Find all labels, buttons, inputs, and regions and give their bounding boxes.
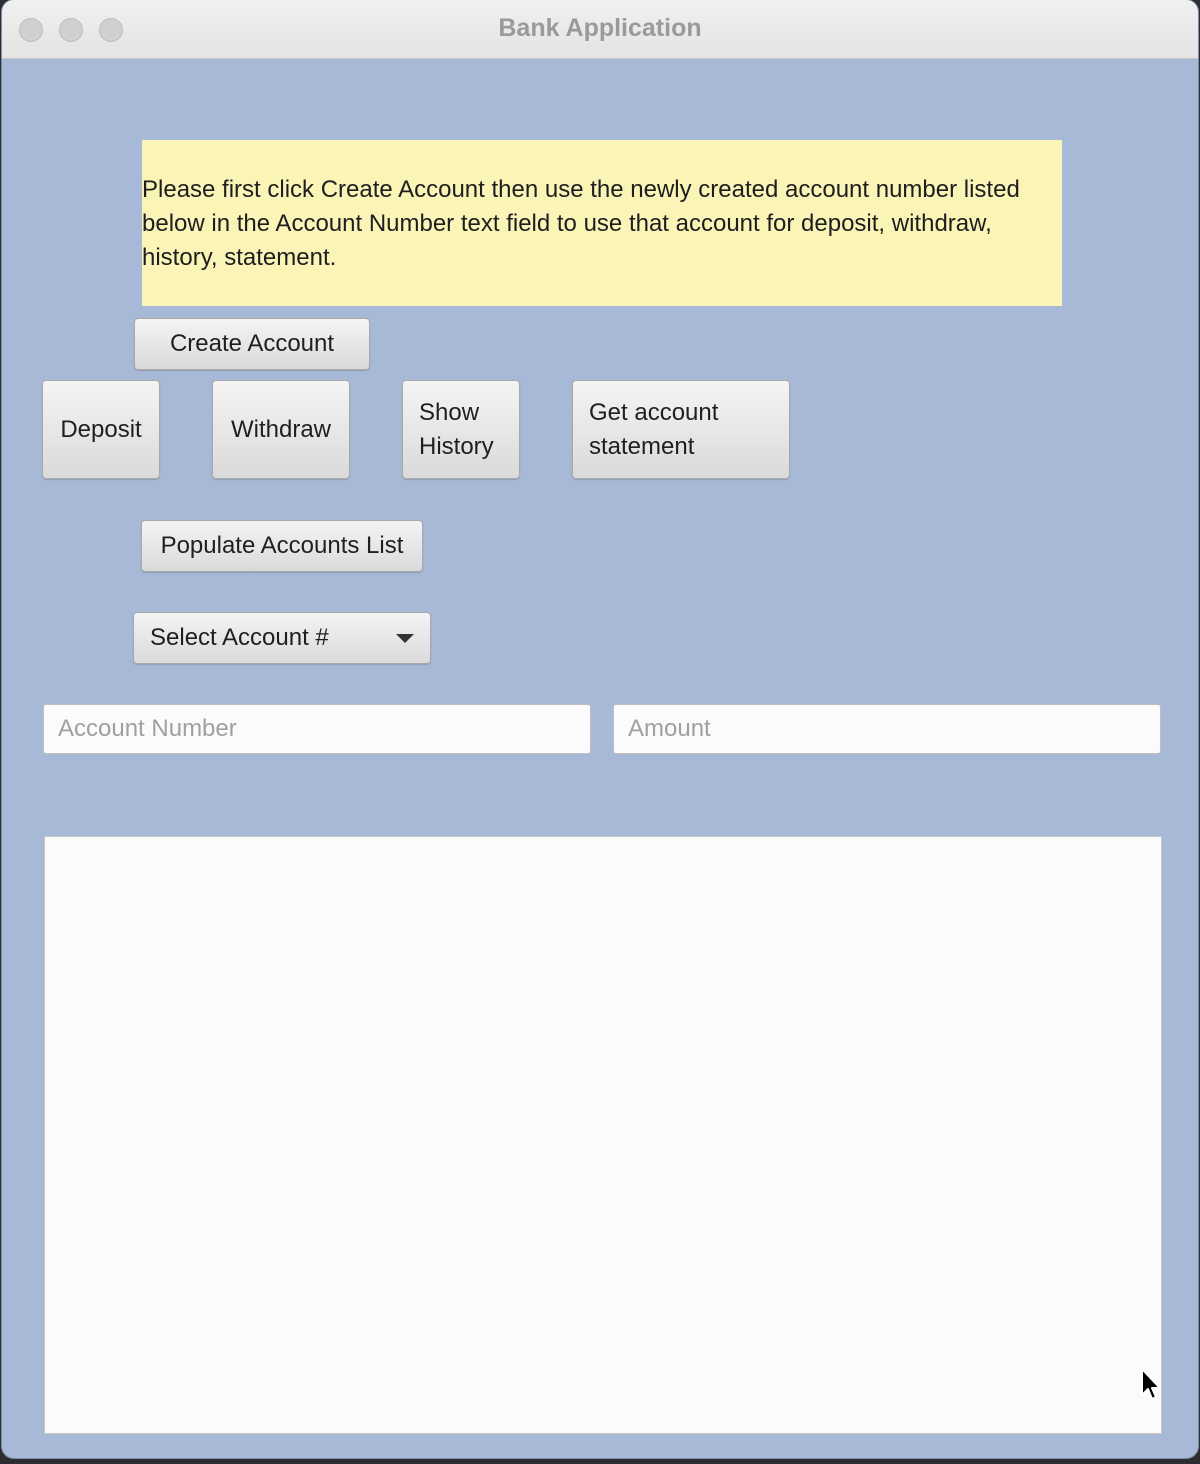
show-history-label-line1: Show <box>419 398 480 426</box>
show-history-button[interactable]: Show History <box>402 380 520 479</box>
app-window: Bank Application Please first click Crea… <box>2 0 1198 1458</box>
get-statement-label-line1: Get account <box>589 398 719 426</box>
account-number-field[interactable]: Account Number <box>43 704 591 754</box>
window-title: Bank Application <box>498 14 702 42</box>
show-history-label-line2: History <box>419 432 494 460</box>
get-statement-button[interactable]: Get account statement <box>572 380 790 479</box>
deposit-button[interactable]: Deposit <box>42 380 160 479</box>
mouse-pointer-icon <box>1141 1368 1161 1400</box>
populate-accounts-button[interactable]: Populate Accounts List <box>141 520 423 572</box>
account-select-dropdown[interactable]: Select Account # <box>133 612 431 664</box>
title-bar: Bank Application <box>2 0 1198 59</box>
chevron-down-icon <box>396 634 414 643</box>
show-history-label: Show History <box>419 396 494 464</box>
amount-placeholder: Amount <box>628 715 711 742</box>
get-statement-label-line2: statement <box>589 432 695 460</box>
output-text-area[interactable] <box>44 836 1162 1434</box>
account-number-placeholder: Account Number <box>58 715 237 742</box>
create-account-button[interactable]: Create Account <box>134 318 370 370</box>
instructions-note: Please first click Create Account then u… <box>142 140 1062 306</box>
get-statement-label: Get account statement <box>589 396 718 464</box>
amount-field[interactable]: Amount <box>613 704 1161 754</box>
account-select-value: Select Account # <box>150 624 329 651</box>
withdraw-button[interactable]: Withdraw <box>212 380 350 479</box>
